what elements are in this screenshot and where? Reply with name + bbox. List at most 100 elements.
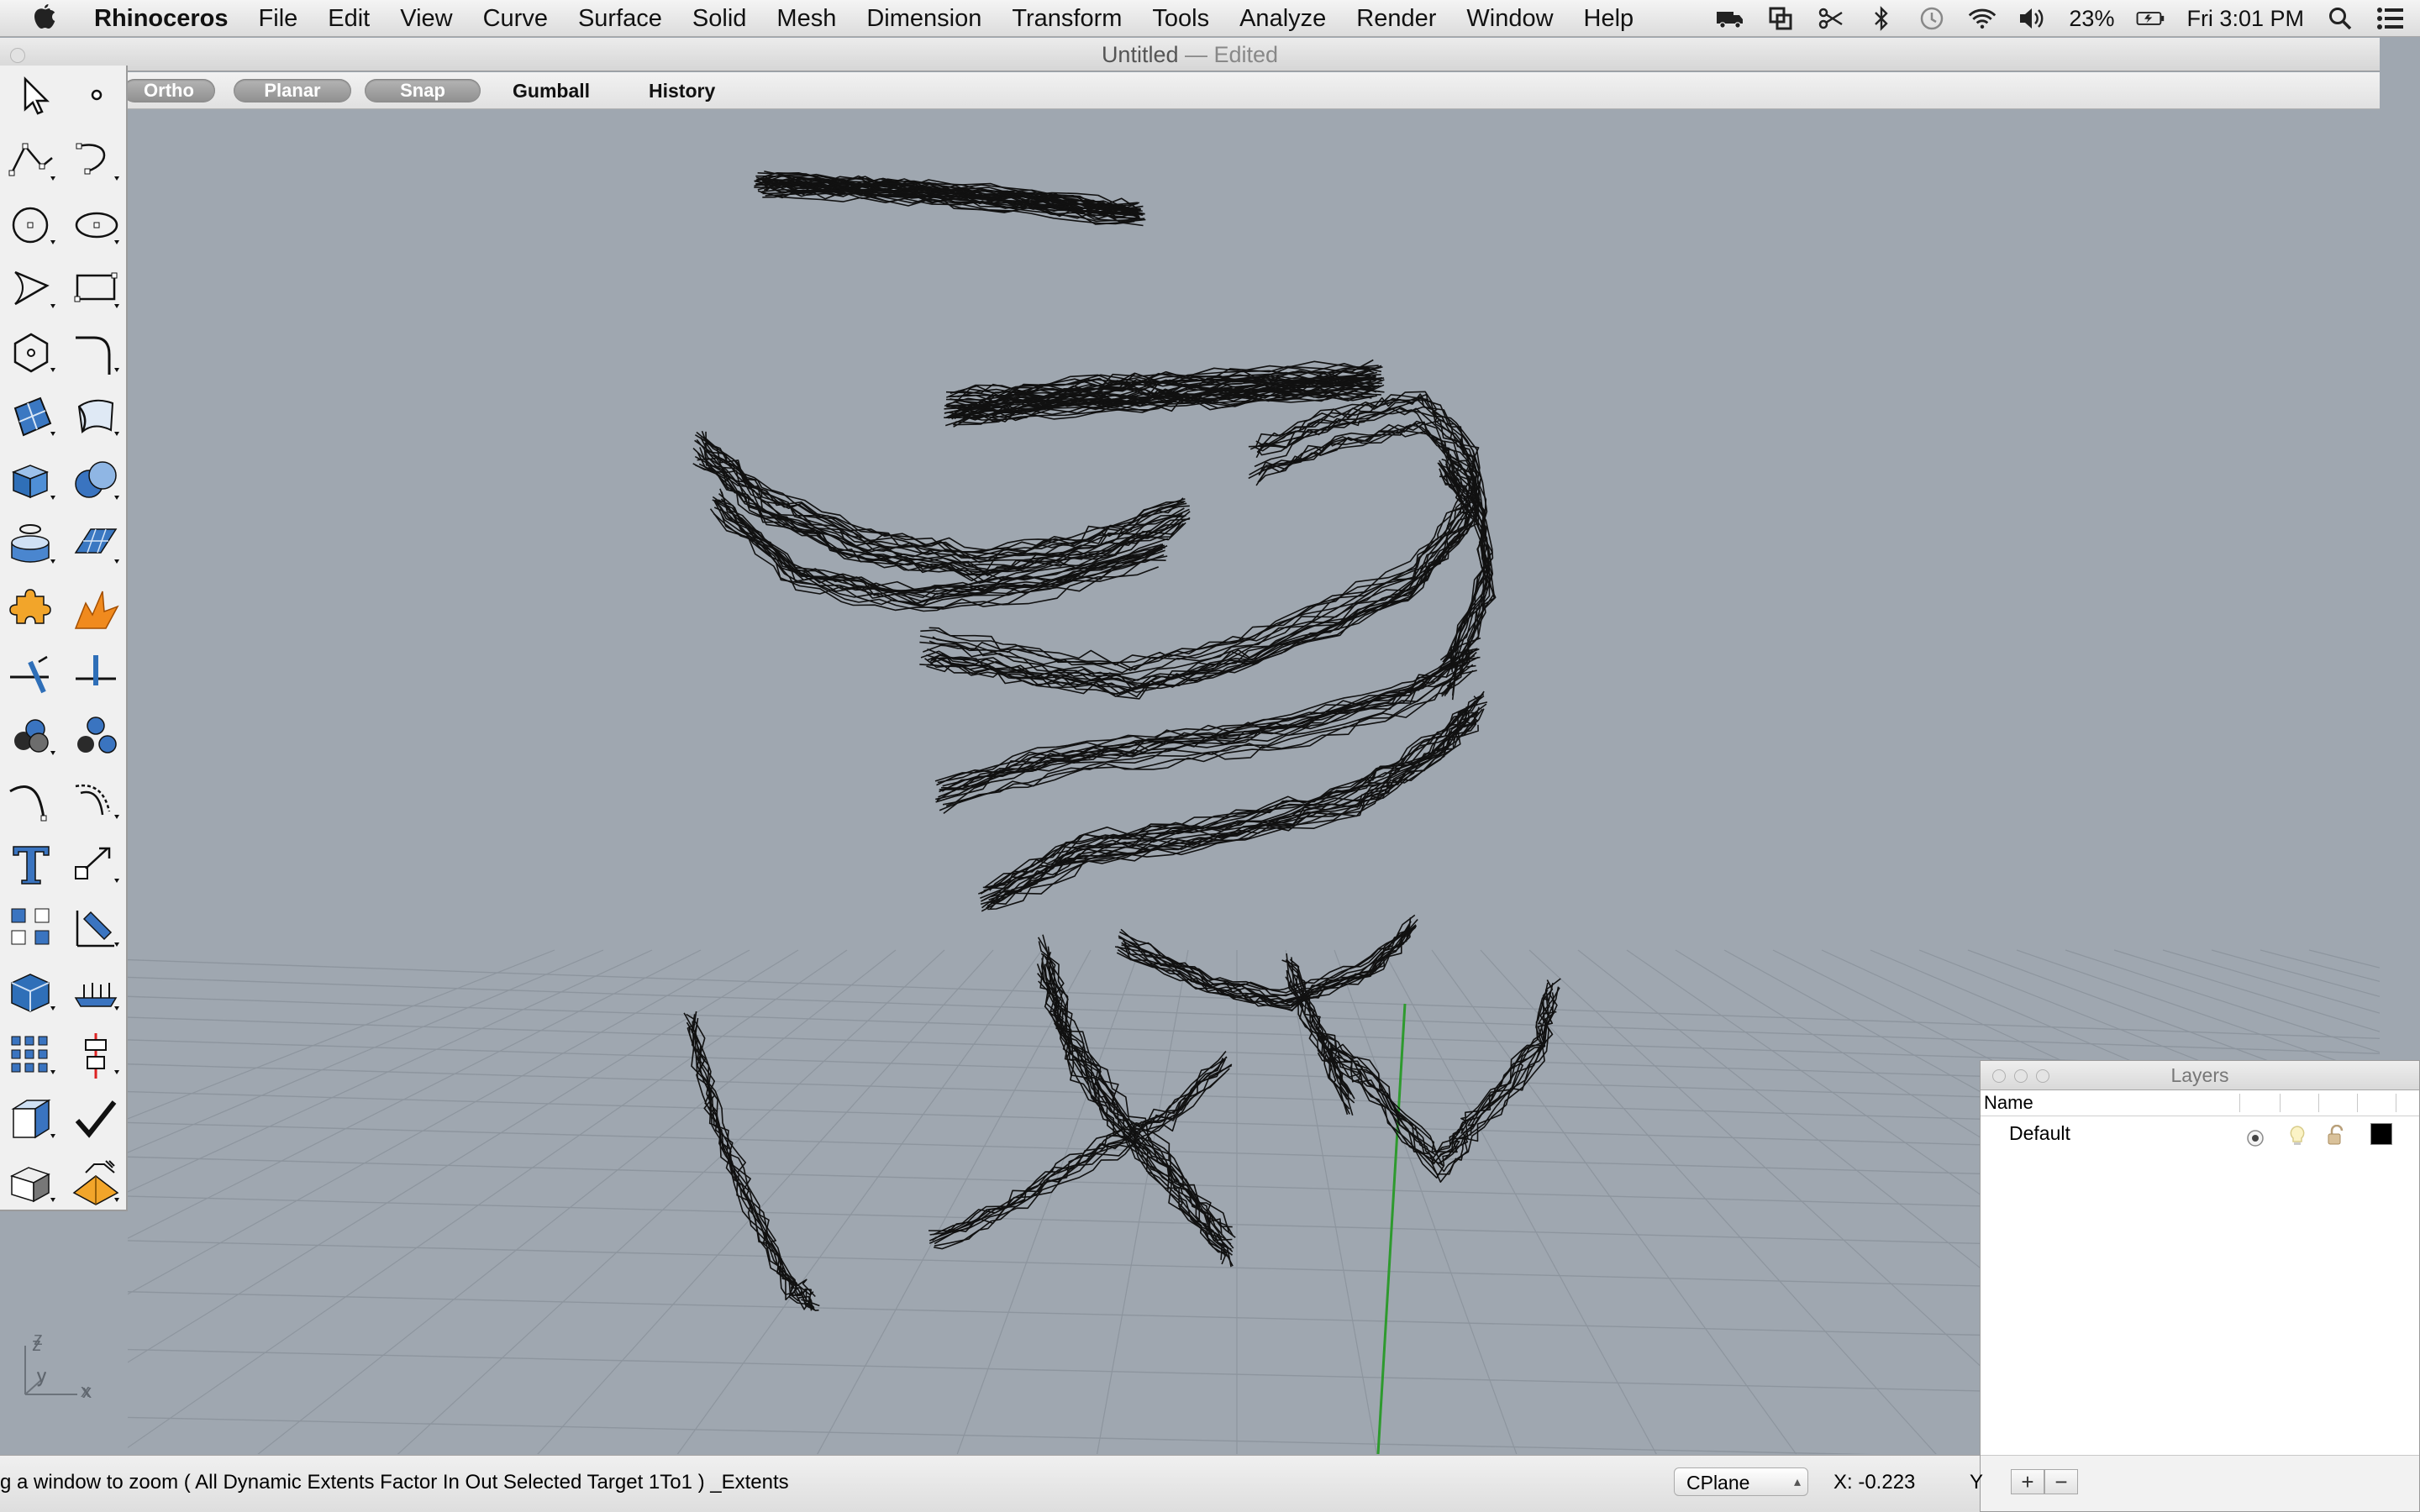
offset-curve-icon[interactable] bbox=[69, 773, 124, 828]
blend-curve-icon[interactable] bbox=[5, 773, 60, 828]
layer-row-default[interactable]: Default bbox=[1981, 1116, 2419, 1150]
command-status-bar: g a window to zoom ( All Dynamic Extents… bbox=[0, 1455, 1984, 1512]
volume-icon[interactable] bbox=[2018, 4, 2047, 33]
align-icon[interactable] bbox=[69, 1028, 124, 1084]
snap-toggle[interactable]: Snap bbox=[365, 79, 481, 102]
scale-icon[interactable] bbox=[69, 837, 124, 892]
wifi-icon[interactable] bbox=[1968, 4, 1996, 33]
layer-lock-icon[interactable] bbox=[2327, 1123, 2347, 1145]
modeling-aids-bar: Ortho Planar Snap Gumball History bbox=[123, 72, 2380, 109]
split-icon[interactable] bbox=[69, 645, 124, 701]
plugin-puzzle-icon[interactable] bbox=[5, 581, 60, 637]
layers-close-button[interactable] bbox=[1992, 1069, 2006, 1083]
box-solid-icon[interactable] bbox=[5, 454, 60, 509]
history-toggle[interactable]: History bbox=[649, 79, 715, 102]
menu-solid[interactable]: Solid bbox=[677, 0, 762, 37]
axis-triad-y-label: y bbox=[37, 1366, 46, 1387]
cutting-plane-icon[interactable] bbox=[5, 1092, 60, 1147]
remove-layer-button[interactable]: − bbox=[2044, 1469, 2078, 1494]
cplane-selected-value: CPlane bbox=[1686, 1472, 1750, 1494]
menu-view[interactable]: View bbox=[385, 0, 467, 37]
menu-bar: Rhinoceros File Edit View Curve Surface … bbox=[0, 0, 2420, 37]
polygon-icon[interactable] bbox=[5, 326, 60, 381]
menu-dimension[interactable]: Dimension bbox=[851, 0, 997, 37]
time-machine-icon[interactable] bbox=[1918, 4, 1946, 33]
battery-icon[interactable] bbox=[2136, 4, 2165, 33]
layer-visible-bulb-icon[interactable] bbox=[2288, 1123, 2307, 1145]
add-layer-button[interactable]: + bbox=[2011, 1469, 2044, 1494]
sync-icon[interactable] bbox=[1766, 4, 1795, 33]
array-icon[interactable] bbox=[5, 900, 60, 956]
surface-from-points-icon[interactable] bbox=[5, 390, 60, 445]
boolean-spheres-icon[interactable] bbox=[69, 454, 124, 509]
menu-transform[interactable]: Transform bbox=[997, 0, 1137, 37]
window-close-button[interactable] bbox=[10, 48, 25, 63]
polyline-icon[interactable] bbox=[5, 134, 60, 190]
sweep-surface-icon[interactable] bbox=[69, 390, 124, 445]
cplane-selector[interactable]: CPlane ▴ bbox=[1674, 1467, 1808, 1496]
tool-palette bbox=[0, 66, 128, 1211]
menu-app-name[interactable]: Rhinoceros bbox=[92, 0, 244, 37]
mesh-plane-icon[interactable] bbox=[69, 517, 124, 573]
layers-minimize-button[interactable] bbox=[2014, 1069, 2028, 1083]
command-prompt-text[interactable]: g a window to zoom ( All Dynamic Extents… bbox=[0, 1471, 789, 1494]
planar-toggle[interactable]: Planar bbox=[234, 79, 351, 102]
layers-panel-header[interactable]: Layers bbox=[1981, 1061, 2419, 1090]
make-2d-icon[interactable] bbox=[69, 964, 124, 1020]
explode-icon[interactable] bbox=[69, 581, 124, 637]
layers-panel-title: Layers bbox=[2170, 1064, 2229, 1086]
apple-menu-icon[interactable] bbox=[30, 3, 64, 34]
layers-panel: Layers Name Default + − bbox=[1980, 1060, 2420, 1512]
menu-window[interactable]: Window bbox=[1451, 0, 1568, 37]
scissors-icon[interactable] bbox=[1817, 4, 1845, 33]
ortho-toggle[interactable]: Ortho bbox=[123, 79, 215, 102]
menu-help[interactable]: Help bbox=[1569, 0, 1649, 37]
render-icon[interactable] bbox=[69, 1156, 124, 1211]
menu-edit[interactable]: Edit bbox=[313, 0, 385, 37]
menu-render[interactable]: Render bbox=[1341, 0, 1451, 37]
curve-icon[interactable] bbox=[69, 134, 124, 190]
layer-name: Default bbox=[2009, 1122, 2070, 1144]
extrude-curve-icon[interactable] bbox=[5, 517, 60, 573]
block-icon[interactable] bbox=[5, 964, 60, 1020]
layers-panel-footer: + − bbox=[1981, 1455, 2419, 1511]
bluetooth-icon[interactable] bbox=[1867, 4, 1896, 33]
check-icon[interactable] bbox=[69, 1092, 124, 1147]
axis-triad-x-label: x bbox=[82, 1381, 92, 1402]
layers-name-column-header[interactable]: Name bbox=[1984, 1092, 2033, 1113]
menu-mesh[interactable]: Mesh bbox=[761, 0, 851, 37]
ellipse-icon[interactable] bbox=[69, 198, 124, 254]
axis-triad-z-label: z bbox=[32, 1334, 41, 1355]
trim-icon[interactable] bbox=[5, 645, 60, 701]
menu-tools[interactable]: Tools bbox=[1137, 0, 1224, 37]
coordinate-x-readout: X: -0.223 bbox=[1833, 1471, 1916, 1494]
spotlight-search-icon[interactable] bbox=[2326, 4, 2354, 33]
arc-icon[interactable] bbox=[5, 262, 60, 318]
point-icon[interactable] bbox=[69, 69, 124, 124]
axis-triad-icon bbox=[24, 1346, 77, 1395]
layer-color-swatch[interactable] bbox=[2370, 1123, 2392, 1145]
fillet-curve-icon[interactable] bbox=[69, 326, 124, 381]
truck-icon[interactable] bbox=[1716, 4, 1744, 33]
circle-icon[interactable] bbox=[5, 198, 60, 254]
dimension-icon[interactable] bbox=[69, 900, 124, 956]
battery-percent[interactable]: 23% bbox=[2069, 6, 2114, 32]
rectangle-icon[interactable] bbox=[69, 262, 124, 318]
layers-column-header: Name bbox=[1981, 1090, 2419, 1116]
menu-surface[interactable]: Surface bbox=[563, 0, 677, 37]
gumball-toggle[interactable]: Gumball bbox=[513, 79, 590, 102]
current-layer-radio-icon[interactable] bbox=[2246, 1124, 2265, 1147]
shade-mode-icon[interactable] bbox=[5, 1156, 60, 1211]
grid-snap-icon[interactable] bbox=[5, 1028, 60, 1084]
menu-file[interactable]: File bbox=[244, 0, 313, 37]
ungroup-icon[interactable] bbox=[69, 709, 124, 764]
select-arrow-icon[interactable] bbox=[5, 69, 60, 124]
coordinate-y-readout: Y bbox=[1970, 1471, 1984, 1494]
notification-center-icon[interactable] bbox=[2376, 4, 2405, 33]
group-icon[interactable] bbox=[5, 709, 60, 764]
clock[interactable]: Fri 3:01 PM bbox=[2186, 6, 2304, 32]
menu-analyze[interactable]: Analyze bbox=[1224, 0, 1341, 37]
menu-curve[interactable]: Curve bbox=[468, 0, 563, 37]
text-icon[interactable] bbox=[5, 837, 60, 892]
layers-zoom-button[interactable] bbox=[2036, 1069, 2049, 1083]
